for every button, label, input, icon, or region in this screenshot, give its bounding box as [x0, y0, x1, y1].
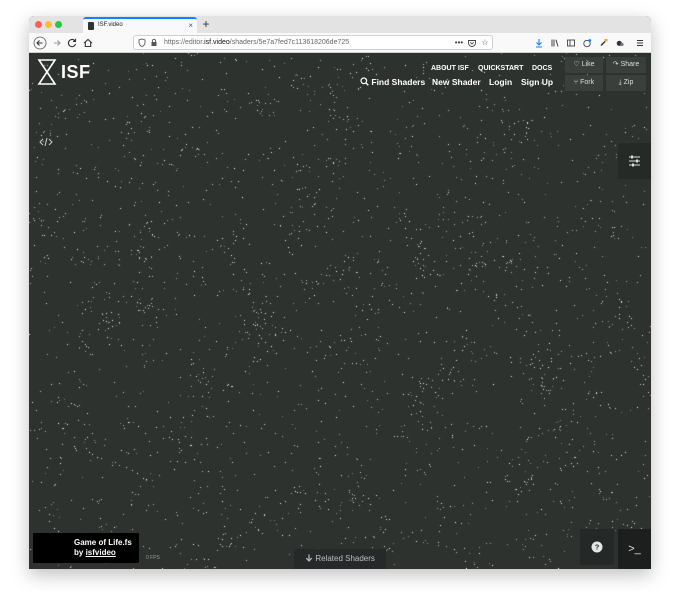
download-icon[interactable]: [533, 36, 545, 50]
share-icon: ↷: [612, 61, 619, 68]
tab-bar: ISF.video × +: [29, 16, 651, 33]
help-button[interactable]: ?: [580, 529, 614, 565]
code-toggle-icon[interactable]: [35, 137, 57, 153]
navigation-bar: https://editor.isf.video/shaders/5e7a7fe…: [29, 33, 651, 53]
isf-logo[interactable]: ISF: [37, 58, 97, 88]
lock-icon[interactable]: [150, 36, 158, 54]
svg-text:?: ?: [595, 543, 600, 552]
by-label: by: [74, 548, 84, 557]
share-button[interactable]: ↷ Share: [606, 57, 646, 73]
shader-canvas[interactable]: [29, 53, 651, 569]
download-zip-icon: ⤓: [618, 79, 622, 86]
account-icon[interactable]: [581, 36, 593, 50]
tab-title: ISF.video: [98, 22, 123, 28]
close-window-button[interactable]: [35, 21, 42, 28]
like-button[interactable]: ♡ Like: [565, 57, 603, 73]
url-path: /shaders/5e7a7fed7c113618206de725: [229, 39, 350, 46]
extension-icon[interactable]: [598, 36, 610, 50]
tab-isf-video[interactable]: ISF.video ×: [83, 17, 197, 33]
zip-label: Zip: [623, 79, 634, 86]
isf-logo-icon: [37, 59, 57, 85]
extension-icon-2[interactable]: [614, 36, 626, 50]
fork-icon: ⑂: [573, 79, 579, 86]
search-icon: [360, 77, 369, 86]
related-shaders-label: Related Shaders: [315, 554, 375, 563]
minimize-window-button[interactable]: [45, 21, 52, 28]
isf-favicon-icon: [88, 22, 94, 30]
shader-info-box: Game of Life.fs by isfvideo: [33, 533, 139, 563]
login-link[interactable]: Login: [489, 77, 512, 87]
find-shaders-link[interactable]: Find Shaders: [360, 77, 425, 87]
more-icon[interactable]: •••: [453, 36, 465, 50]
reload-icon[interactable]: [65, 36, 79, 50]
back-icon[interactable]: [33, 36, 47, 50]
url-domain: isf.video: [204, 39, 230, 46]
address-bar[interactable]: https://editor.isf.video/shaders/5e7a7fe…: [133, 35, 493, 50]
arrow-down-icon: [305, 554, 315, 563]
shader-author-line: by isfvideo: [74, 548, 116, 557]
star-icon[interactable]: ☆: [479, 36, 491, 50]
pocket-icon[interactable]: [466, 36, 478, 50]
shader-canvas-area: ISF ABOUT ISF QUICKSTART DOCS Find Shade…: [29, 53, 651, 569]
quickstart-link[interactable]: QUICKSTART: [478, 65, 523, 72]
shader-title: Game of Life.fs: [74, 538, 132, 547]
about-isf-link[interactable]: ABOUT ISF: [431, 65, 469, 72]
new-shader-link[interactable]: New Shader: [432, 77, 481, 87]
share-label: Share: [620, 61, 640, 68]
author-link[interactable]: isfvideo: [86, 548, 116, 557]
home-icon[interactable]: [81, 36, 95, 50]
sidebar-icon[interactable]: [565, 36, 577, 50]
console-button[interactable]: >_: [618, 529, 651, 569]
new-tab-button[interactable]: +: [199, 16, 213, 32]
find-shaders-label: Find Shaders: [371, 77, 426, 87]
shield-icon[interactable]: [138, 36, 146, 54]
like-label: Like: [581, 61, 595, 68]
related-shaders-button[interactable]: Related Shaders: [294, 549, 386, 569]
fork-button[interactable]: ⑂ Fork: [565, 75, 603, 91]
fork-label: Fork: [580, 79, 595, 86]
docs-link[interactable]: DOCS: [532, 65, 552, 72]
help-icon: ?: [591, 541, 603, 553]
zoom-window-button[interactable]: [55, 21, 62, 28]
fps-counter: 0 FPS: [146, 555, 160, 561]
heart-icon: ♡: [573, 61, 580, 68]
menu-icon[interactable]: [634, 36, 646, 50]
library-icon[interactable]: [549, 36, 561, 50]
tab-close-icon[interactable]: ×: [188, 21, 193, 30]
forward-icon[interactable]: [50, 36, 64, 50]
url-prefix: https://editor.: [164, 39, 205, 46]
sliders-icon[interactable]: [618, 143, 651, 179]
browser-window: ISF.video × + https://editor.isf.video/s…: [29, 16, 651, 569]
zip-button[interactable]: ⤓ Zip: [606, 75, 646, 91]
sign-up-link[interactable]: Sign Up: [521, 77, 553, 87]
logo-text: ISF: [61, 62, 91, 82]
